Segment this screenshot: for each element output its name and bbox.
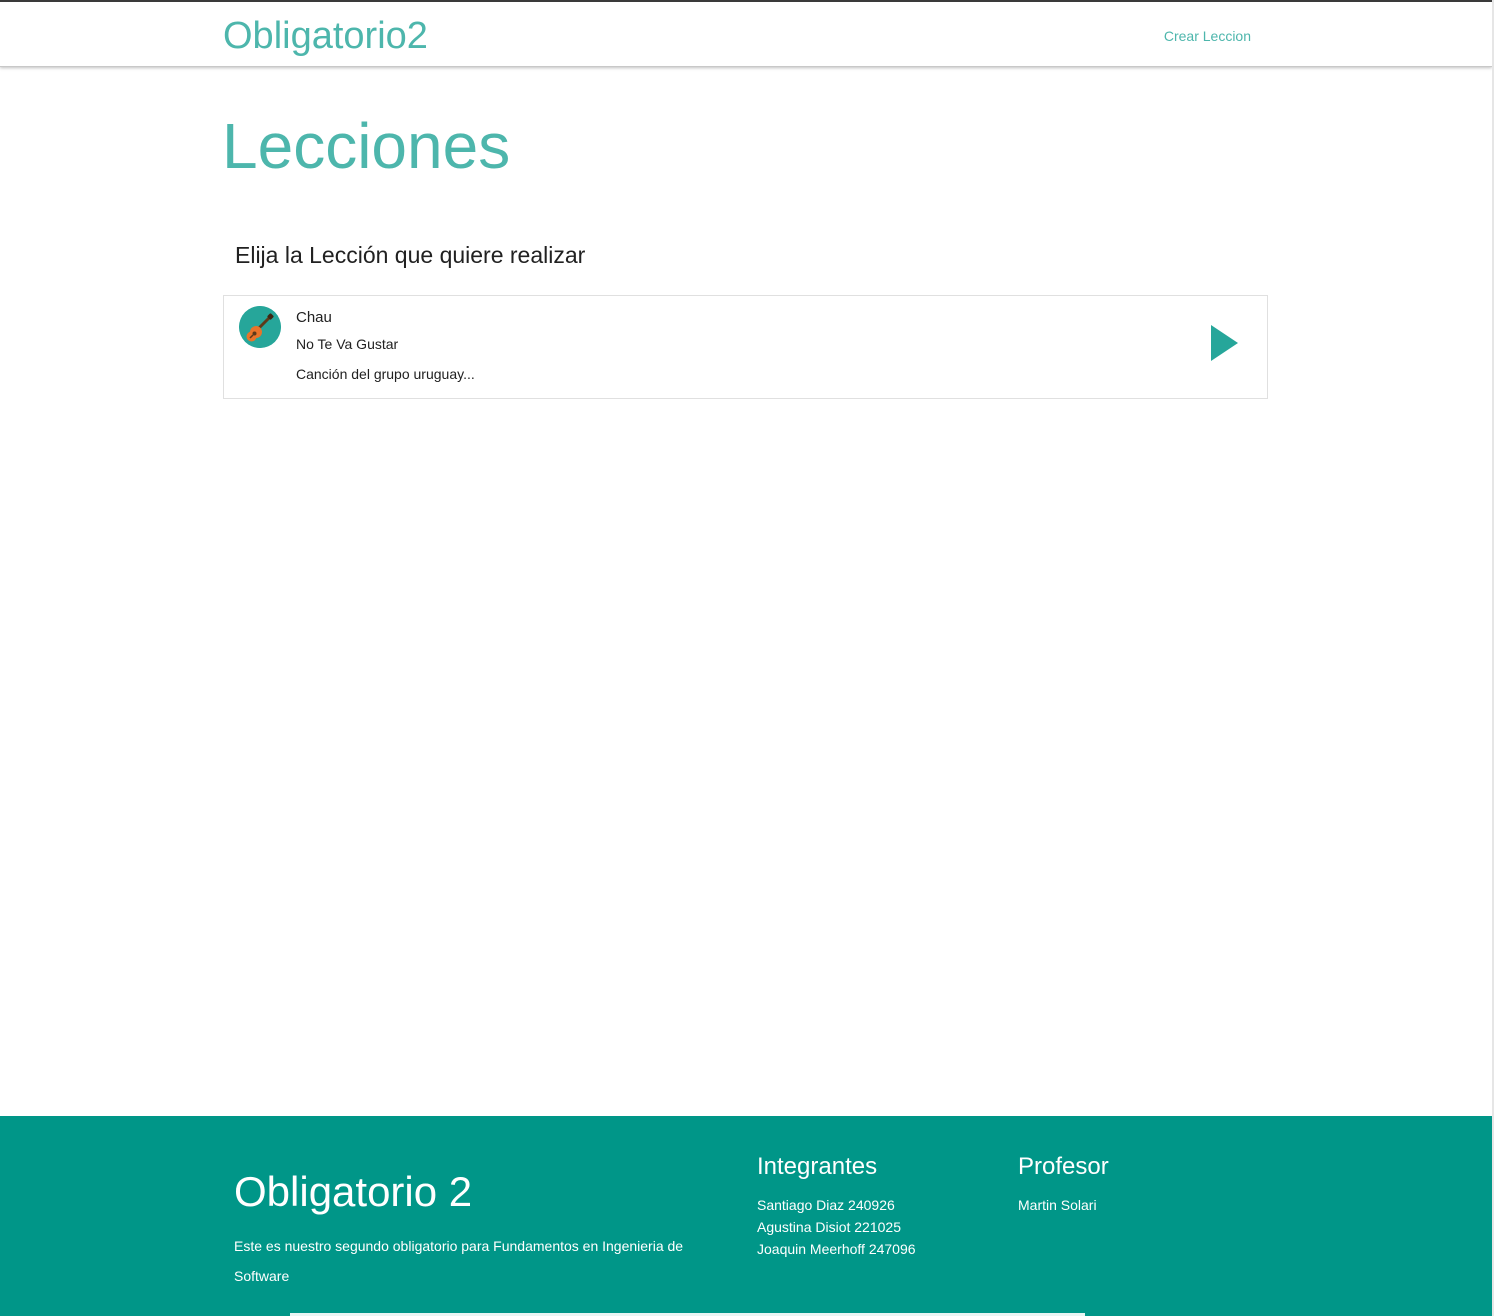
footer-description: Este es nuestro segundo obligatorio para…	[234, 1238, 684, 1284]
page-footer: Obligatorio 2 Este es nuestro segundo ob…	[0, 1116, 1492, 1316]
lesson-description: Canción del grupo uruguay...	[296, 366, 475, 382]
lesson-song: No Te Va Gustar	[296, 336, 399, 352]
guitar-icon	[239, 306, 281, 348]
nav-link-crear-leccion[interactable]: Crear Leccion	[1164, 26, 1251, 46]
member-item: Santiago Diaz 240926	[757, 1194, 916, 1216]
play-arrow-icon[interactable]	[1209, 324, 1239, 362]
lesson-title: Chau	[296, 309, 332, 326]
brand-logo[interactable]: Obligatorio2	[223, 12, 428, 60]
professor-list: Martin Solari	[1018, 1194, 1097, 1216]
page: Obligatorio2 Crear Leccion Lecciones Eli…	[0, 0, 1494, 1316]
footer-title: Obligatorio 2	[234, 1168, 473, 1215]
member-item: Agustina Disiot 221025	[757, 1216, 916, 1238]
member-name: Joaquin Meerhoff 247096	[757, 1241, 916, 1257]
members-list: Santiago Diaz 240926 Agustina Disiot 221…	[757, 1194, 916, 1260]
lesson-list: Chau No Te Va Gustar Canción del grupo u…	[223, 295, 1268, 399]
professor-item: Martin Solari	[1018, 1194, 1097, 1216]
members-heading: Integrantes	[757, 1153, 878, 1180]
professor-heading: Profesor	[1018, 1153, 1109, 1180]
member-item: Joaquin Meerhoff 247096	[757, 1238, 916, 1260]
member-name: Santiago Diaz 240926	[757, 1197, 895, 1213]
top-navbar: Obligatorio2 Crear Leccion	[0, 0, 1492, 67]
page-title: Lecciones	[222, 110, 511, 182]
page-subtitle: Elija la Lección que quiere realizar	[235, 242, 586, 268]
professor-name: Martin Solari	[1018, 1197, 1097, 1213]
member-name: Agustina Disiot 221025	[757, 1219, 901, 1235]
